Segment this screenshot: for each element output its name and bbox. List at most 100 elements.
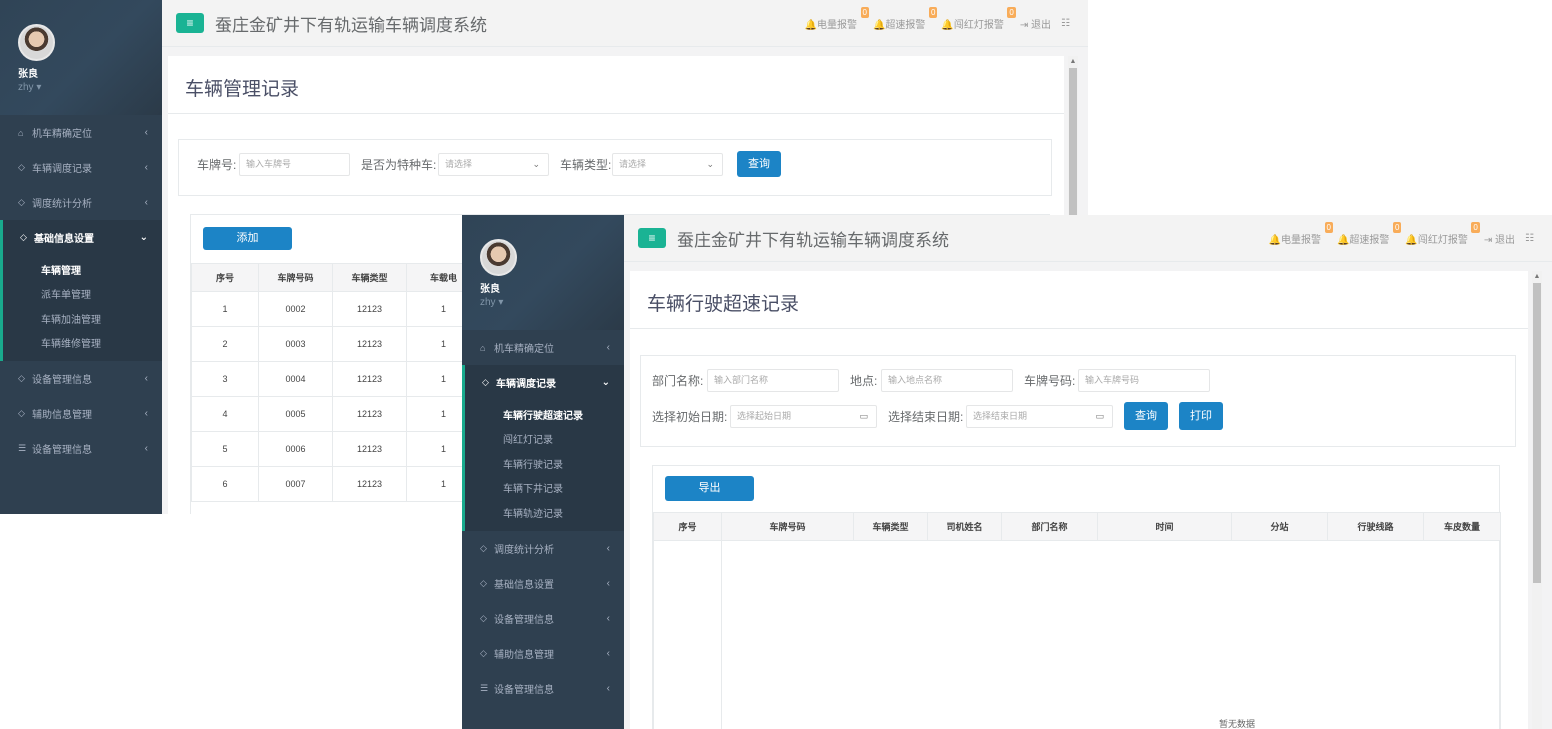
- submenu-downwell[interactable]: 车辆下井记录: [465, 476, 624, 501]
- cell: 0007: [258, 466, 333, 502]
- print-button[interactable]: 打印: [1179, 402, 1223, 430]
- col-header[interactable]: 序号: [191, 263, 259, 292]
- avatar[interactable]: [480, 239, 517, 276]
- menu-label: 调度统计分析: [32, 199, 92, 210]
- submenu-speeding[interactable]: 车辆行驶超速记录: [465, 402, 624, 427]
- menu-toggle-button[interactable]: ≡: [176, 13, 204, 33]
- special-select[interactable]: 请选择 ⌄: [438, 153, 549, 176]
- col-header[interactable]: 分站: [1231, 512, 1328, 541]
- col-header[interactable]: 车皮数量: [1423, 512, 1501, 541]
- plate-input[interactable]: 输入车牌号码: [1078, 369, 1210, 392]
- speed-alert[interactable]: 🔔超速报警 0: [1336, 222, 1402, 246]
- redlight-alert[interactable]: 🔔闯红灯报警 0: [941, 7, 1016, 31]
- menu-item-device-2[interactable]: ☰ 设备管理信息 ‹: [462, 671, 624, 706]
- user-account-dropdown[interactable]: zhy ▾: [18, 82, 162, 93]
- col-header[interactable]: 部门名称: [1001, 512, 1098, 541]
- avatar[interactable]: [18, 24, 55, 61]
- submenu-repair[interactable]: 车辆维修管理: [3, 331, 162, 356]
- scroll-up-icon[interactable]: ▲: [1532, 271, 1542, 283]
- scrollbar[interactable]: ▲: [1532, 271, 1542, 729]
- menu-item-stats[interactable]: ◇ 调度统计分析 ‹: [462, 531, 624, 566]
- menu-item-basic-info[interactable]: ◇ 基础信息设置 ⌄: [0, 220, 162, 255]
- add-button[interactable]: 添加: [203, 227, 292, 250]
- submenu-driving[interactable]: 车辆行驶记录: [465, 451, 624, 476]
- export-button[interactable]: 导出: [665, 476, 754, 501]
- tasks-icon[interactable]: ☷: [1061, 18, 1070, 29]
- menu-label: 机车精确定位: [494, 344, 554, 355]
- submenu-refuel[interactable]: 车辆加油管理: [3, 306, 162, 331]
- query-button[interactable]: 查询: [1124, 402, 1168, 430]
- tasks-icon[interactable]: ☷: [1525, 233, 1534, 244]
- query-button[interactable]: 查询: [737, 151, 781, 177]
- cell: 12123: [332, 326, 407, 362]
- col-header[interactable]: 车辆类型: [853, 512, 928, 541]
- menu-toggle-button[interactable]: ≡: [638, 228, 666, 248]
- diamond-icon: ◇: [18, 373, 25, 383]
- menu-item-dispatch[interactable]: ◇ 车辆调度记录 ‹: [0, 150, 162, 185]
- chevron-left-icon: ‹: [606, 342, 610, 353]
- logout-icon: ⇥: [1483, 235, 1493, 246]
- cell: [721, 540, 1501, 729]
- logout-button[interactable]: ⇥ 退出: [1484, 231, 1515, 246]
- alert-label: 闯红灯报警: [1417, 235, 1468, 246]
- menu-item-dispatch[interactable]: ◇ 车辆调度记录 ⌄: [462, 365, 624, 400]
- menu-item-basic-info[interactable]: ◇ 基础信息设置 ‹: [462, 566, 624, 601]
- submenu-vehicle-management[interactable]: 车辆管理: [3, 257, 162, 282]
- col-header[interactable]: 时间: [1097, 512, 1232, 541]
- chevron-left-icon: ‹: [606, 577, 610, 589]
- col-header[interactable]: 司机姓名: [927, 512, 1002, 541]
- start-date-label: 选择初始日期:: [652, 410, 728, 424]
- menu-label: 调度统计分析: [494, 544, 554, 556]
- scrollbar-thumb[interactable]: [1533, 283, 1541, 583]
- alert-badge: 0: [928, 7, 938, 18]
- system-title: 蚕庄金矿井下有轨运输车辆调度系统: [677, 230, 949, 250]
- scroll-up-icon[interactable]: ▲: [1068, 56, 1078, 68]
- place-label: 地点:: [850, 374, 878, 388]
- cell: 12123: [332, 466, 407, 502]
- menu-item-device[interactable]: ◇ 设备管理信息 ‹: [0, 361, 162, 396]
- alert-badge: 0: [1471, 222, 1480, 233]
- power-alert[interactable]: 🔔电量报警 0: [1269, 222, 1333, 246]
- menu-item-aux[interactable]: ◇ 辅助信息管理 ‹: [0, 396, 162, 431]
- menu-label: 机车精确定位: [32, 129, 92, 140]
- col-header[interactable]: 车牌号码: [258, 263, 333, 292]
- redlight-alert[interactable]: 🔔闯红灯报警 0: [1405, 222, 1480, 246]
- cell: 0004: [258, 361, 333, 397]
- submenu-redlight[interactable]: 闯红灯记录: [465, 427, 624, 452]
- menu-label: 车辆调度记录: [496, 379, 556, 390]
- bell-icon: 🔔: [804, 20, 817, 31]
- user-account-dropdown[interactable]: zhy ▾: [480, 297, 624, 308]
- dept-input[interactable]: 输入部门名称: [707, 369, 839, 392]
- chevron-down-icon: ⌄: [139, 232, 148, 243]
- end-date-input[interactable]: 选择结束日期 ▭: [966, 405, 1113, 428]
- submenu-dispatch-order[interactable]: 派车单管理: [3, 282, 162, 307]
- logout-button[interactable]: ⇥ 退出: [1020, 16, 1051, 31]
- alert-badge: 0: [1324, 222, 1333, 233]
- bell-icon: 🔔: [1336, 235, 1350, 246]
- speeding-table: 序号 车牌号码 车辆类型 司机姓名 部门名称 时间 分站 行驶线路 车皮数量: [653, 512, 1501, 729]
- menu-item-locate[interactable]: ⌂ 机车精确定位 ‹: [0, 115, 162, 150]
- menu-item-locate[interactable]: ⌂ 机车精确定位 ‹: [462, 330, 624, 365]
- chevron-left-icon: ‹: [144, 197, 148, 208]
- bell-icon: 🔔: [941, 20, 954, 31]
- menu-item-stats[interactable]: ◇ 调度统计分析 ‹: [0, 185, 162, 220]
- menu-item-device[interactable]: ◇ 设备管理信息 ‹: [462, 601, 624, 636]
- place-input[interactable]: 输入地点名称: [881, 369, 1013, 392]
- power-alert[interactable]: 🔔电量报警 0: [804, 7, 869, 31]
- col-header[interactable]: 序号: [653, 512, 722, 541]
- col-header[interactable]: 车辆类型: [332, 263, 407, 292]
- menu-item-device-2[interactable]: ☰ 设备管理信息 ‹: [0, 431, 162, 466]
- plate-input[interactable]: 输入车牌号: [239, 153, 350, 176]
- col-header[interactable]: 行驶线路: [1327, 512, 1424, 541]
- alert-label: 电量报警: [816, 20, 857, 31]
- speed-alert[interactable]: 🔔超速报警 0: [873, 7, 938, 31]
- menu-label: 基础信息设置: [34, 234, 94, 245]
- start-date-input[interactable]: 选择起始日期 ▭: [730, 405, 877, 428]
- special-label: 是否为特种车:: [361, 158, 437, 172]
- alert-label: 超速报警: [1349, 235, 1390, 246]
- col-header[interactable]: 车牌号码: [721, 512, 854, 541]
- menu-item-aux[interactable]: ◇ 辅助信息管理 ‹: [462, 636, 624, 671]
- type-select[interactable]: 请选择 ⌄: [612, 153, 723, 176]
- plate-label: 车牌号码:: [1024, 374, 1076, 388]
- submenu-track[interactable]: 车辆轨迹记录: [465, 500, 624, 525]
